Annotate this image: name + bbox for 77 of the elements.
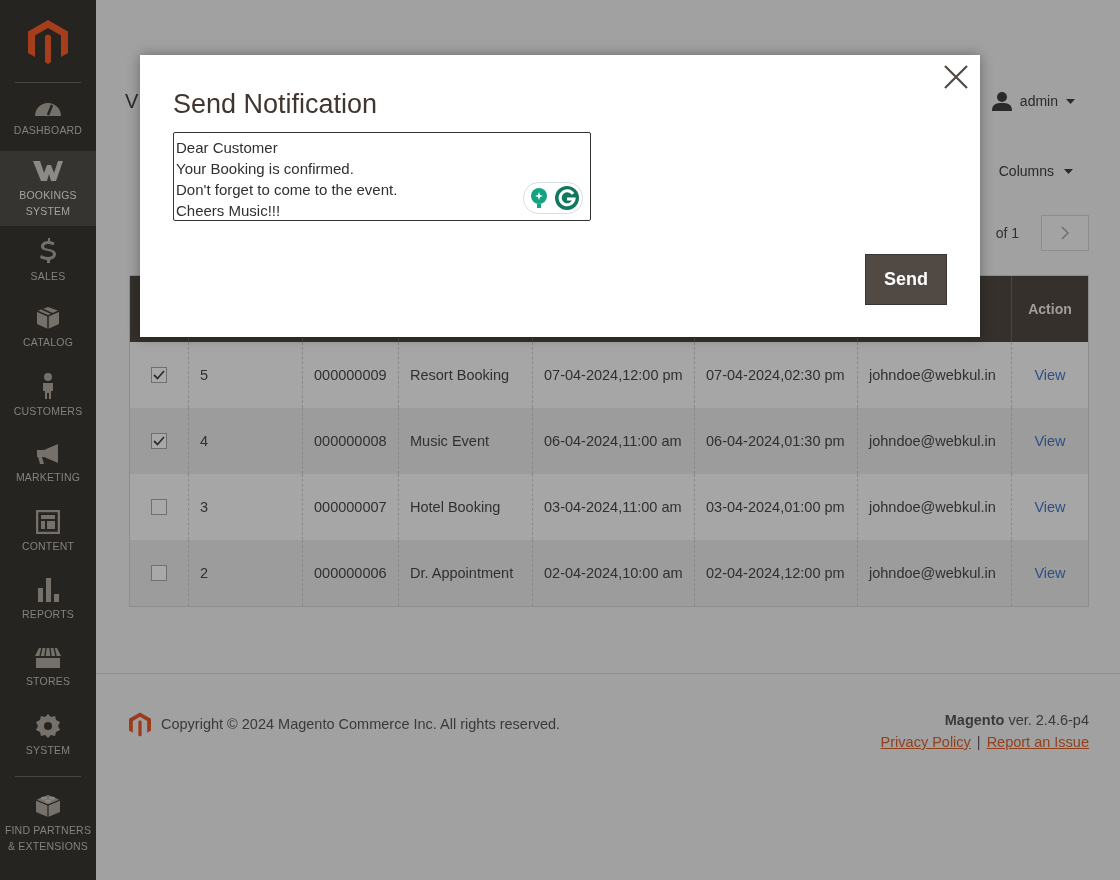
table-cell-text: 000000006 — [314, 564, 387, 583]
table-cell-text: Hotel Booking — [410, 498, 501, 517]
table-cell-text: 5 — [200, 366, 209, 385]
copyright-text: Copyright © 2024 Magento Commerce Inc. All rights reserved. — [161, 716, 561, 732]
table-cell-text: 3 — [200, 498, 209, 517]
table-cell-text: 02-04-2024,12:00 pm — [706, 564, 845, 583]
person-icon — [41, 373, 55, 399]
sidebar-item[interactable]: MARKETING — [0, 430, 96, 498]
dollar-icon — [38, 236, 58, 264]
sidebar-item[interactable]: FIND PARTNERS & EXTENSIONS — [0, 777, 96, 869]
sidebar-item[interactable]: CUSTOMERS — [0, 362, 96, 430]
user-icon — [991, 91, 1012, 111]
logo-icon — [129, 711, 151, 737]
table-cell-text: johndoe@webkul.in — [869, 432, 996, 451]
footer-link[interactable]: Report an Issue — [986, 734, 1089, 750]
table-cell-text: 000000007 — [314, 498, 387, 517]
sidebar-item[interactable]: SALES — [0, 226, 96, 294]
caret-icon — [1064, 168, 1073, 174]
table-cell-text: 000000009 — [314, 366, 387, 385]
sidebar-item[interactable]: CATALOG — [0, 294, 96, 362]
table-cell-text: 2 — [200, 564, 209, 583]
page-count: of 1 — [995, 225, 1019, 241]
table-cell-text: Resort Booking — [410, 366, 510, 385]
check-icon — [153, 436, 165, 446]
row-checkbox[interactable] — [151, 367, 167, 383]
row-checkbox[interactable] — [151, 499, 167, 515]
box-icon — [36, 306, 60, 330]
table-cell-text: johndoe@webkul.in — [869, 366, 996, 385]
view-link[interactable]: View — [1034, 365, 1066, 385]
user-menu[interactable]: admin — [1019, 93, 1058, 109]
send-button[interactable]: Send — [865, 254, 947, 305]
view-link[interactable]: View — [1034, 431, 1066, 451]
table-cell-text: 07-04-2024,02:30 pm — [706, 366, 845, 385]
logo-icon — [28, 20, 68, 64]
sidebar-item[interactable]: REPORTS — [0, 566, 96, 634]
view-link[interactable]: View — [1034, 497, 1066, 517]
sidebar-item[interactable]: BOOKINGS SYSTEM — [0, 151, 96, 226]
w-mark-icon — [32, 158, 64, 183]
column-header[interactable]: Action — [1011, 276, 1088, 342]
sidebar-item[interactable]: CONTENT — [0, 498, 96, 566]
sidebar-item[interactable]: SYSTEM — [0, 702, 96, 770]
sidebar-item[interactable]: STORES — [0, 634, 96, 702]
close-button[interactable] — [944, 65, 968, 89]
check-icon — [153, 370, 165, 380]
storefront-icon — [35, 647, 61, 669]
table-cell-text: 02-04-2024,10:00 am — [544, 564, 683, 583]
caret-icon — [1066, 98, 1075, 104]
columns-button[interactable]: Columns — [998, 163, 1054, 179]
table-cell-text: 03-04-2024,11:00 am — [544, 498, 682, 517]
modal-title: Send Notification — [173, 88, 379, 120]
message-field[interactable]: Dear Customer Your Booking is confirmed. Don't forget to come to the event. Cheers Music!!! — [173, 132, 591, 221]
version-text: Magento ver. 2.4.6-p4 — [944, 712, 1089, 728]
settings-icon — [36, 714, 60, 738]
layout-icon — [36, 510, 60, 534]
writing-assistant-icon — [523, 182, 583, 214]
table-cell-text: 000000008 — [314, 432, 387, 451]
table-cell-text: Dr. Appointment — [410, 564, 514, 583]
table-cell-text: johndoe@webkul.in — [869, 498, 996, 517]
bar-chart-icon — [37, 578, 59, 602]
table-cell-text: 06-04-2024,11:00 am — [544, 432, 682, 451]
row-checkbox[interactable] — [151, 565, 167, 581]
page-title: V — [125, 89, 139, 113]
table-cell-text: 07-04-2024,12:00 pm — [544, 366, 683, 385]
close-icon — [944, 65, 968, 89]
footer-link[interactable]: Privacy Policy — [880, 734, 971, 750]
row-checkbox[interactable] — [151, 433, 167, 449]
megaphone-icon — [36, 443, 60, 465]
table-cell-text: Music Event — [410, 432, 489, 451]
table-cell-text: 4 — [200, 432, 209, 451]
table-cell-text: 06-04-2024,01:30 pm — [706, 432, 845, 451]
sidebar-item[interactable]: DASHBOARD — [0, 83, 96, 151]
table-cell-text: johndoe@webkul.in — [869, 564, 996, 583]
view-link[interactable]: View — [1034, 563, 1066, 583]
brick-icon — [35, 792, 61, 818]
chevron-right-icon — [1061, 226, 1069, 240]
link-separator: | — [976, 734, 981, 750]
table-cell-text: 03-04-2024,01:00 pm — [706, 498, 845, 517]
